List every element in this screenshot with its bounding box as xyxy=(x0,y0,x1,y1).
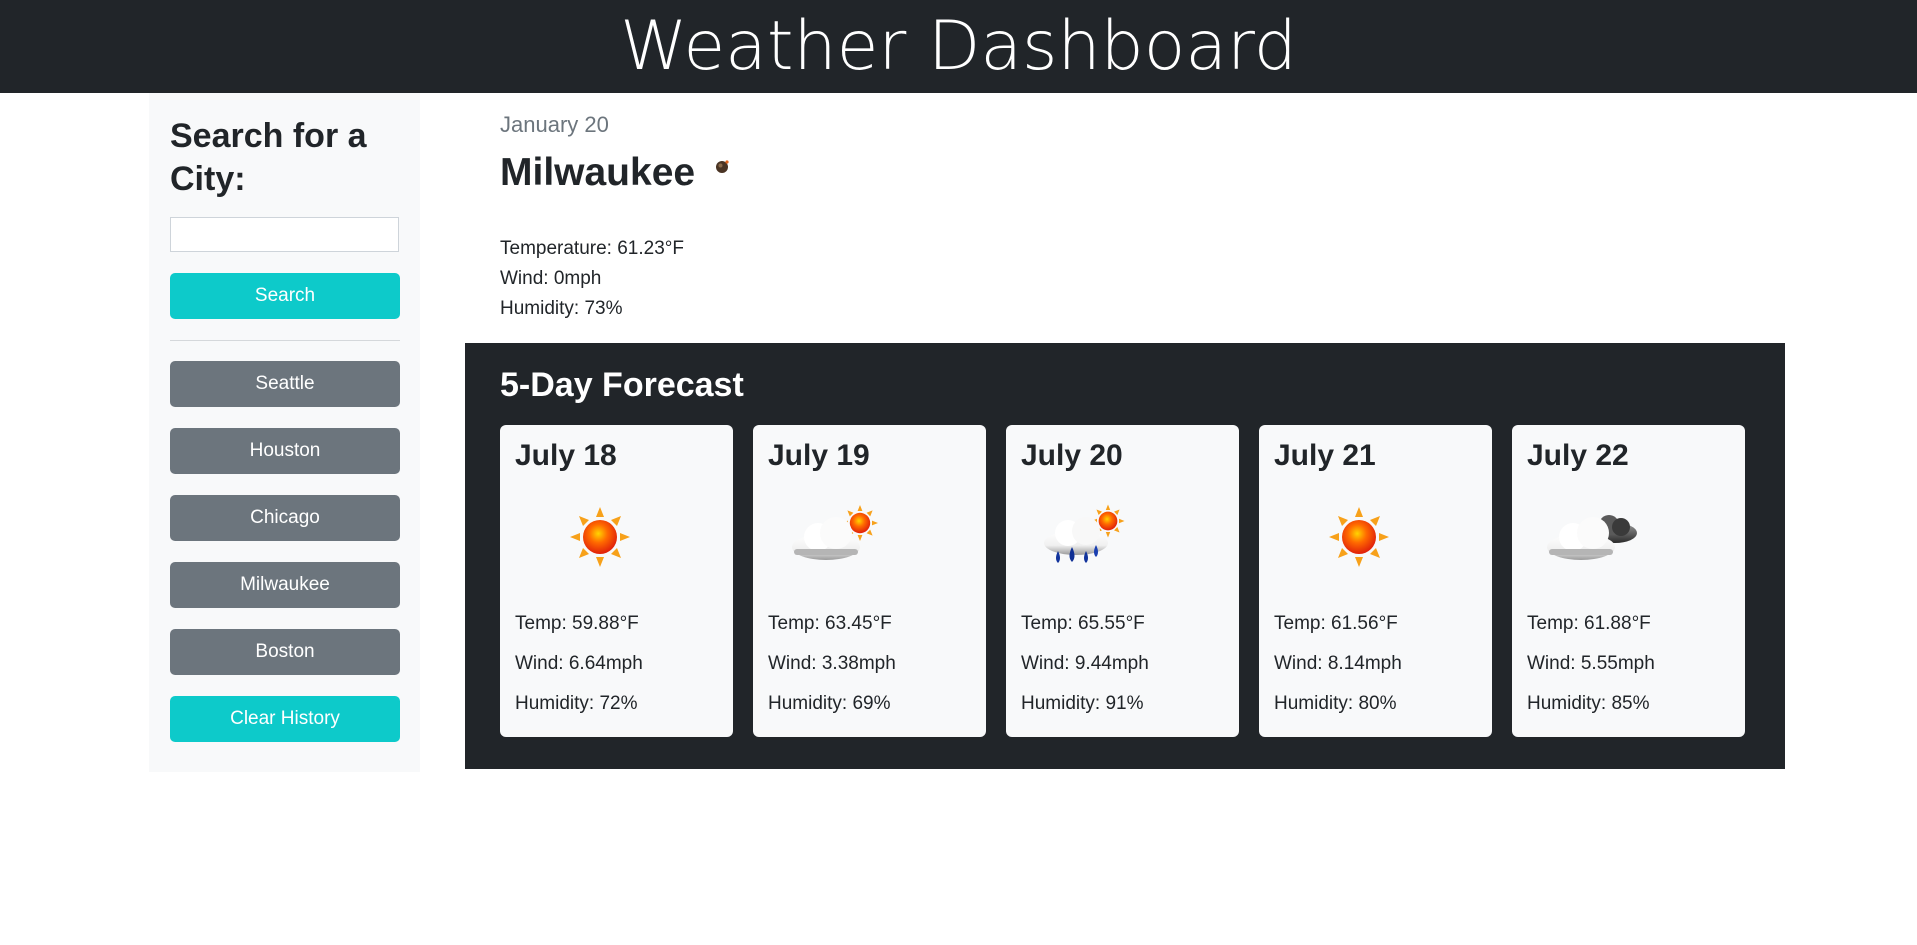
history-city-button[interactable]: Milwaukee xyxy=(170,562,400,608)
forecast-card: July 22 Temp: 61.88°F Wind: 5.55mph Humi… xyxy=(1512,425,1745,737)
forecast-heading: 5-Day Forecast xyxy=(500,366,744,404)
forecast-temp: Temp: 61.56°F xyxy=(1274,613,1398,634)
sun-icon xyxy=(1329,507,1389,567)
city-search-input[interactable] xyxy=(170,217,399,252)
forecast-wind: Wind: 6.64mph xyxy=(515,653,643,674)
forecast-card: July 19 Temp: 63.45°F Wind: 3.38mph Humi… xyxy=(753,425,986,737)
forecast-humidity: Humidity: 69% xyxy=(768,693,891,714)
app-title: Weather Dashboard xyxy=(620,7,1297,86)
clear-history-button[interactable]: Clear History xyxy=(170,696,400,742)
app-header: Weather Dashboard xyxy=(0,0,1917,93)
sidebar-divider xyxy=(170,340,400,341)
partly-cloudy-icon xyxy=(792,505,878,560)
current-city-row: Milwaukee xyxy=(500,150,1200,196)
forecast-wind: Wind: 5.55mph xyxy=(1527,653,1655,674)
history-city-button[interactable]: Chicago xyxy=(170,495,400,541)
forecast-date: July 19 xyxy=(768,439,870,472)
forecast-card: July 18 Temp: 59.88°F Wind: 6.64mph Humi… xyxy=(500,425,733,737)
forecast-humidity: Humidity: 91% xyxy=(1021,693,1144,714)
forecast-date: July 20 xyxy=(1021,439,1123,472)
current-stats: Temperature: 61.23°F Wind: 0mph Humidity… xyxy=(500,234,684,324)
search-heading: Search for a City: xyxy=(170,117,367,198)
forecast-wind: Wind: 3.38mph xyxy=(768,653,896,674)
history-city-button[interactable]: Boston xyxy=(170,629,400,675)
current-date: January 20 xyxy=(500,112,609,137)
forecast-section: 5-Day Forecast July 18 Temp: 59.88°F Win… xyxy=(465,343,1785,769)
current-temperature: Temperature: 61.23°F xyxy=(500,238,684,259)
forecast-temp: Temp: 61.88°F xyxy=(1527,613,1651,634)
sun-icon xyxy=(570,507,630,567)
current-humidity: Humidity: 73% xyxy=(500,298,623,319)
forecast-card: July 21 Temp: 61.56°F Wind: 8.14mph Humi… xyxy=(1259,425,1492,737)
history-city-button[interactable]: Houston xyxy=(170,428,400,474)
history-city-button[interactable]: Seattle xyxy=(170,361,400,407)
search-button[interactable]: Search xyxy=(170,273,400,319)
current-city-name: Milwaukee xyxy=(500,151,696,194)
forecast-temp: Temp: 65.55°F xyxy=(1021,613,1145,634)
forecast-wind: Wind: 8.14mph xyxy=(1274,653,1402,674)
forecast-humidity: Humidity: 72% xyxy=(515,693,638,714)
rain-sun-icon xyxy=(1044,504,1125,563)
forecast-date: July 22 xyxy=(1527,439,1629,472)
forecast-date: July 21 xyxy=(1274,439,1376,472)
forecast-humidity: Humidity: 80% xyxy=(1274,693,1397,714)
current-wind: Wind: 0mph xyxy=(500,268,602,289)
forecast-temp: Temp: 59.88°F xyxy=(515,613,639,634)
forecast-date: July 18 xyxy=(515,439,617,472)
forecast-card: July 20 Temp: 65.55°F Wind: 9.44mph Humi… xyxy=(1006,425,1239,737)
forecast-wind: Wind: 9.44mph xyxy=(1021,653,1149,674)
forecast-temp: Temp: 63.45°F xyxy=(768,613,892,634)
forecast-humidity: Humidity: 85% xyxy=(1527,693,1650,714)
cloudy-icon xyxy=(1547,515,1637,560)
search-sidebar: Search for a City: Search Seattle Housto… xyxy=(149,93,420,772)
small-weather-icon xyxy=(716,160,729,173)
current-weather: January 20 Milwaukee Temperature: 61.23°… xyxy=(500,110,1200,319)
